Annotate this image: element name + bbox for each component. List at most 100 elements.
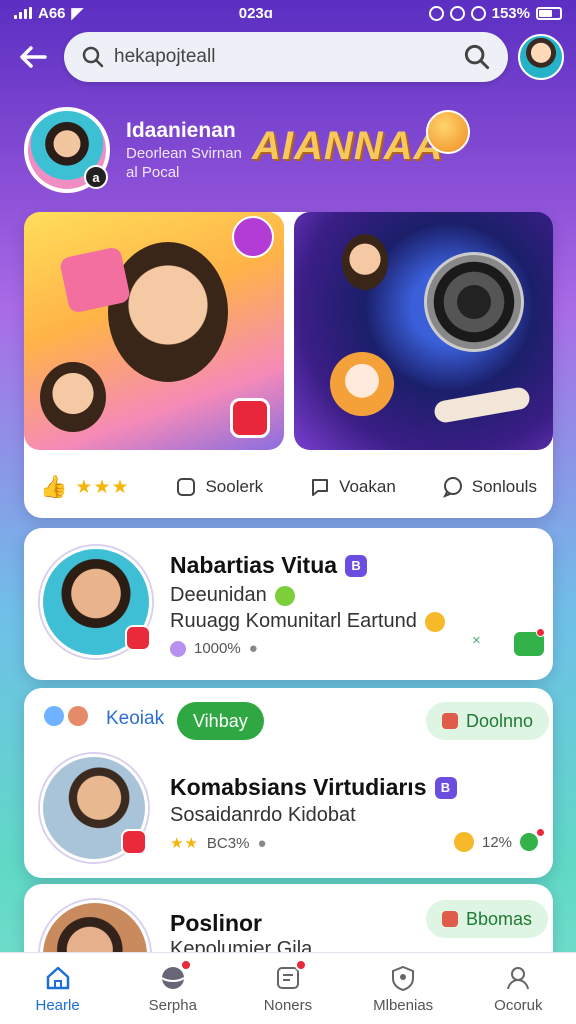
card-avatar[interactable] [40,546,152,658]
speaker-icon [424,252,524,352]
featured-image-right[interactable] [294,212,553,450]
bone-icon [432,385,532,425]
card-right-meta-text: 12% [482,833,513,851]
star-rating: ★★ [170,835,199,852]
action-pill-label: Doolnno [466,710,534,731]
alarm-icon [470,5,486,21]
member-icon [170,640,186,657]
featured-actions: 👍 ★★★ Soolerk Voakan Sonlouls [24,462,553,512]
profile-name: Idaanienan [126,119,236,142]
card-title-text: Nabartias Vitua [170,552,338,578]
action-soolerk[interactable]: Soolerk [175,476,263,498]
card-title[interactable]: Poslinor [170,910,262,937]
chat-bubble-icon [426,110,470,154]
profile-badge: a [84,165,108,189]
arrow-left-icon [20,46,47,68]
shield-icon [388,963,418,993]
status-left: A66 ◤ [14,4,83,22]
nav-label: Mlbenias [373,997,434,1014]
thumbs-up-icon: 👍 [40,474,68,499]
search-input[interactable] [114,46,454,68]
action-voakan[interactable]: Voakan [309,476,396,498]
rating[interactable]: 👍 ★★★ [40,474,130,500]
nav-label: Serpha [148,997,197,1014]
nav-label: Hearle [35,997,80,1014]
home-icon [43,963,73,993]
featured-character [342,234,388,290]
card-subtitle-text: Sosaidanrdo Kidobat [170,804,356,826]
live-icon [121,829,147,855]
featured-person [108,242,228,382]
card-subtitle: Deeunidan [170,584,295,607]
card-description-text: Ruuagg Komunitarl Eartund [170,610,417,632]
live-icon [125,625,151,651]
search-icon [82,46,104,68]
notification-dot [536,828,545,837]
nav-search[interactable]: Serpha [123,959,223,1014]
card-meta-text: BC3% [206,834,250,852]
tag-avatars [44,706,88,726]
ghost-icon: ● [257,834,267,852]
card-subtitle-text: Deeunidan [170,584,267,606]
notification-dot [536,628,545,637]
carrier-label: A66 [38,4,66,22]
list-card[interactable]: Keoiak Vihbay Doolnno Komabsians Virtudi… [24,688,553,878]
signal-icon [14,7,32,19]
action-pill-label: Bbomas [466,908,533,929]
card-subtitle: Sosaidanrdo Kidobat [170,804,356,827]
featured-card[interactable]: 👍 ★★★ Soolerk Voakan Sonlouls [24,212,553,518]
card-title-text: Poslinor [170,910,263,936]
emoji-icon [424,611,445,632]
card-title[interactable]: Nabartias Vitua B [170,552,368,579]
card-right-meta: 12% [454,832,539,852]
card-description: Ruuagg Komunitarl Eartund [170,610,445,633]
clock: 023ɑ [238,4,273,22]
comment-icon [312,479,329,496]
nav-label: Ocoruk [494,997,543,1014]
action-label: Sonlouls [471,477,537,496]
flag-icon [442,911,458,927]
bookmark-icon [177,478,196,496]
card-meta: ★★ BC3% ● [170,834,267,853]
ghost-icon: ● [248,640,258,657]
nav-account[interactable]: Ocoruk [468,963,568,1014]
action-label: Soolerk [205,477,264,496]
notification-dot [179,959,192,971]
close-icon[interactable]: × [472,632,481,649]
card-meta-text: 1000% [194,640,241,657]
profile-avatar[interactable]: a [24,107,110,193]
action-sonlouls[interactable]: Sonlouls [442,476,537,498]
emoji-icon [454,832,474,852]
nav-label: Noners [263,997,313,1014]
search-box[interactable] [64,32,508,82]
list-card[interactable]: Nabartias Vitua B Deeunidan Ruuagg Komun… [24,528,553,680]
sync-icon [428,5,444,21]
planet-icon [158,959,192,993]
user-avatar[interactable] [518,34,564,80]
heart-icon[interactable] [520,833,539,851]
nav-notes[interactable]: Noners [238,959,338,1014]
back-button[interactable] [12,36,54,78]
nav-members[interactable]: Mlbenias [353,963,453,1014]
category-pill[interactable]: Vihbay [177,702,264,740]
battery-icon [536,6,562,20]
action-pill[interactable]: Bbomas [426,900,549,938]
wifi-icon: ◤ [71,5,84,22]
notes-icon [273,959,307,993]
search-submit-icon[interactable] [464,44,490,70]
tag-label[interactable]: Keoiak [106,708,164,730]
action-pill[interactable]: Doolnno [426,702,550,740]
card-title[interactable]: Komabsians Virtudiarıs B [170,774,457,801]
play-icon[interactable] [230,398,270,438]
brand-logo: AIANNAA [252,124,444,168]
search-header [0,26,576,88]
user-icon [503,963,533,993]
card-avatar[interactable] [40,754,148,862]
status-bar: A66 ◤ 023ɑ 153% [0,0,576,26]
featured-image-left[interactable] [24,212,284,450]
profile-banner: a Idaanienan Deorlean Svirnan al Pocal A… [24,104,554,196]
profile-text: Idaanienan Deorlean Svirnan al Pocal [126,119,242,181]
verified-icon: B [434,776,457,799]
star-rating: ★★★ [75,476,130,498]
nav-home[interactable]: Hearle [8,963,108,1014]
